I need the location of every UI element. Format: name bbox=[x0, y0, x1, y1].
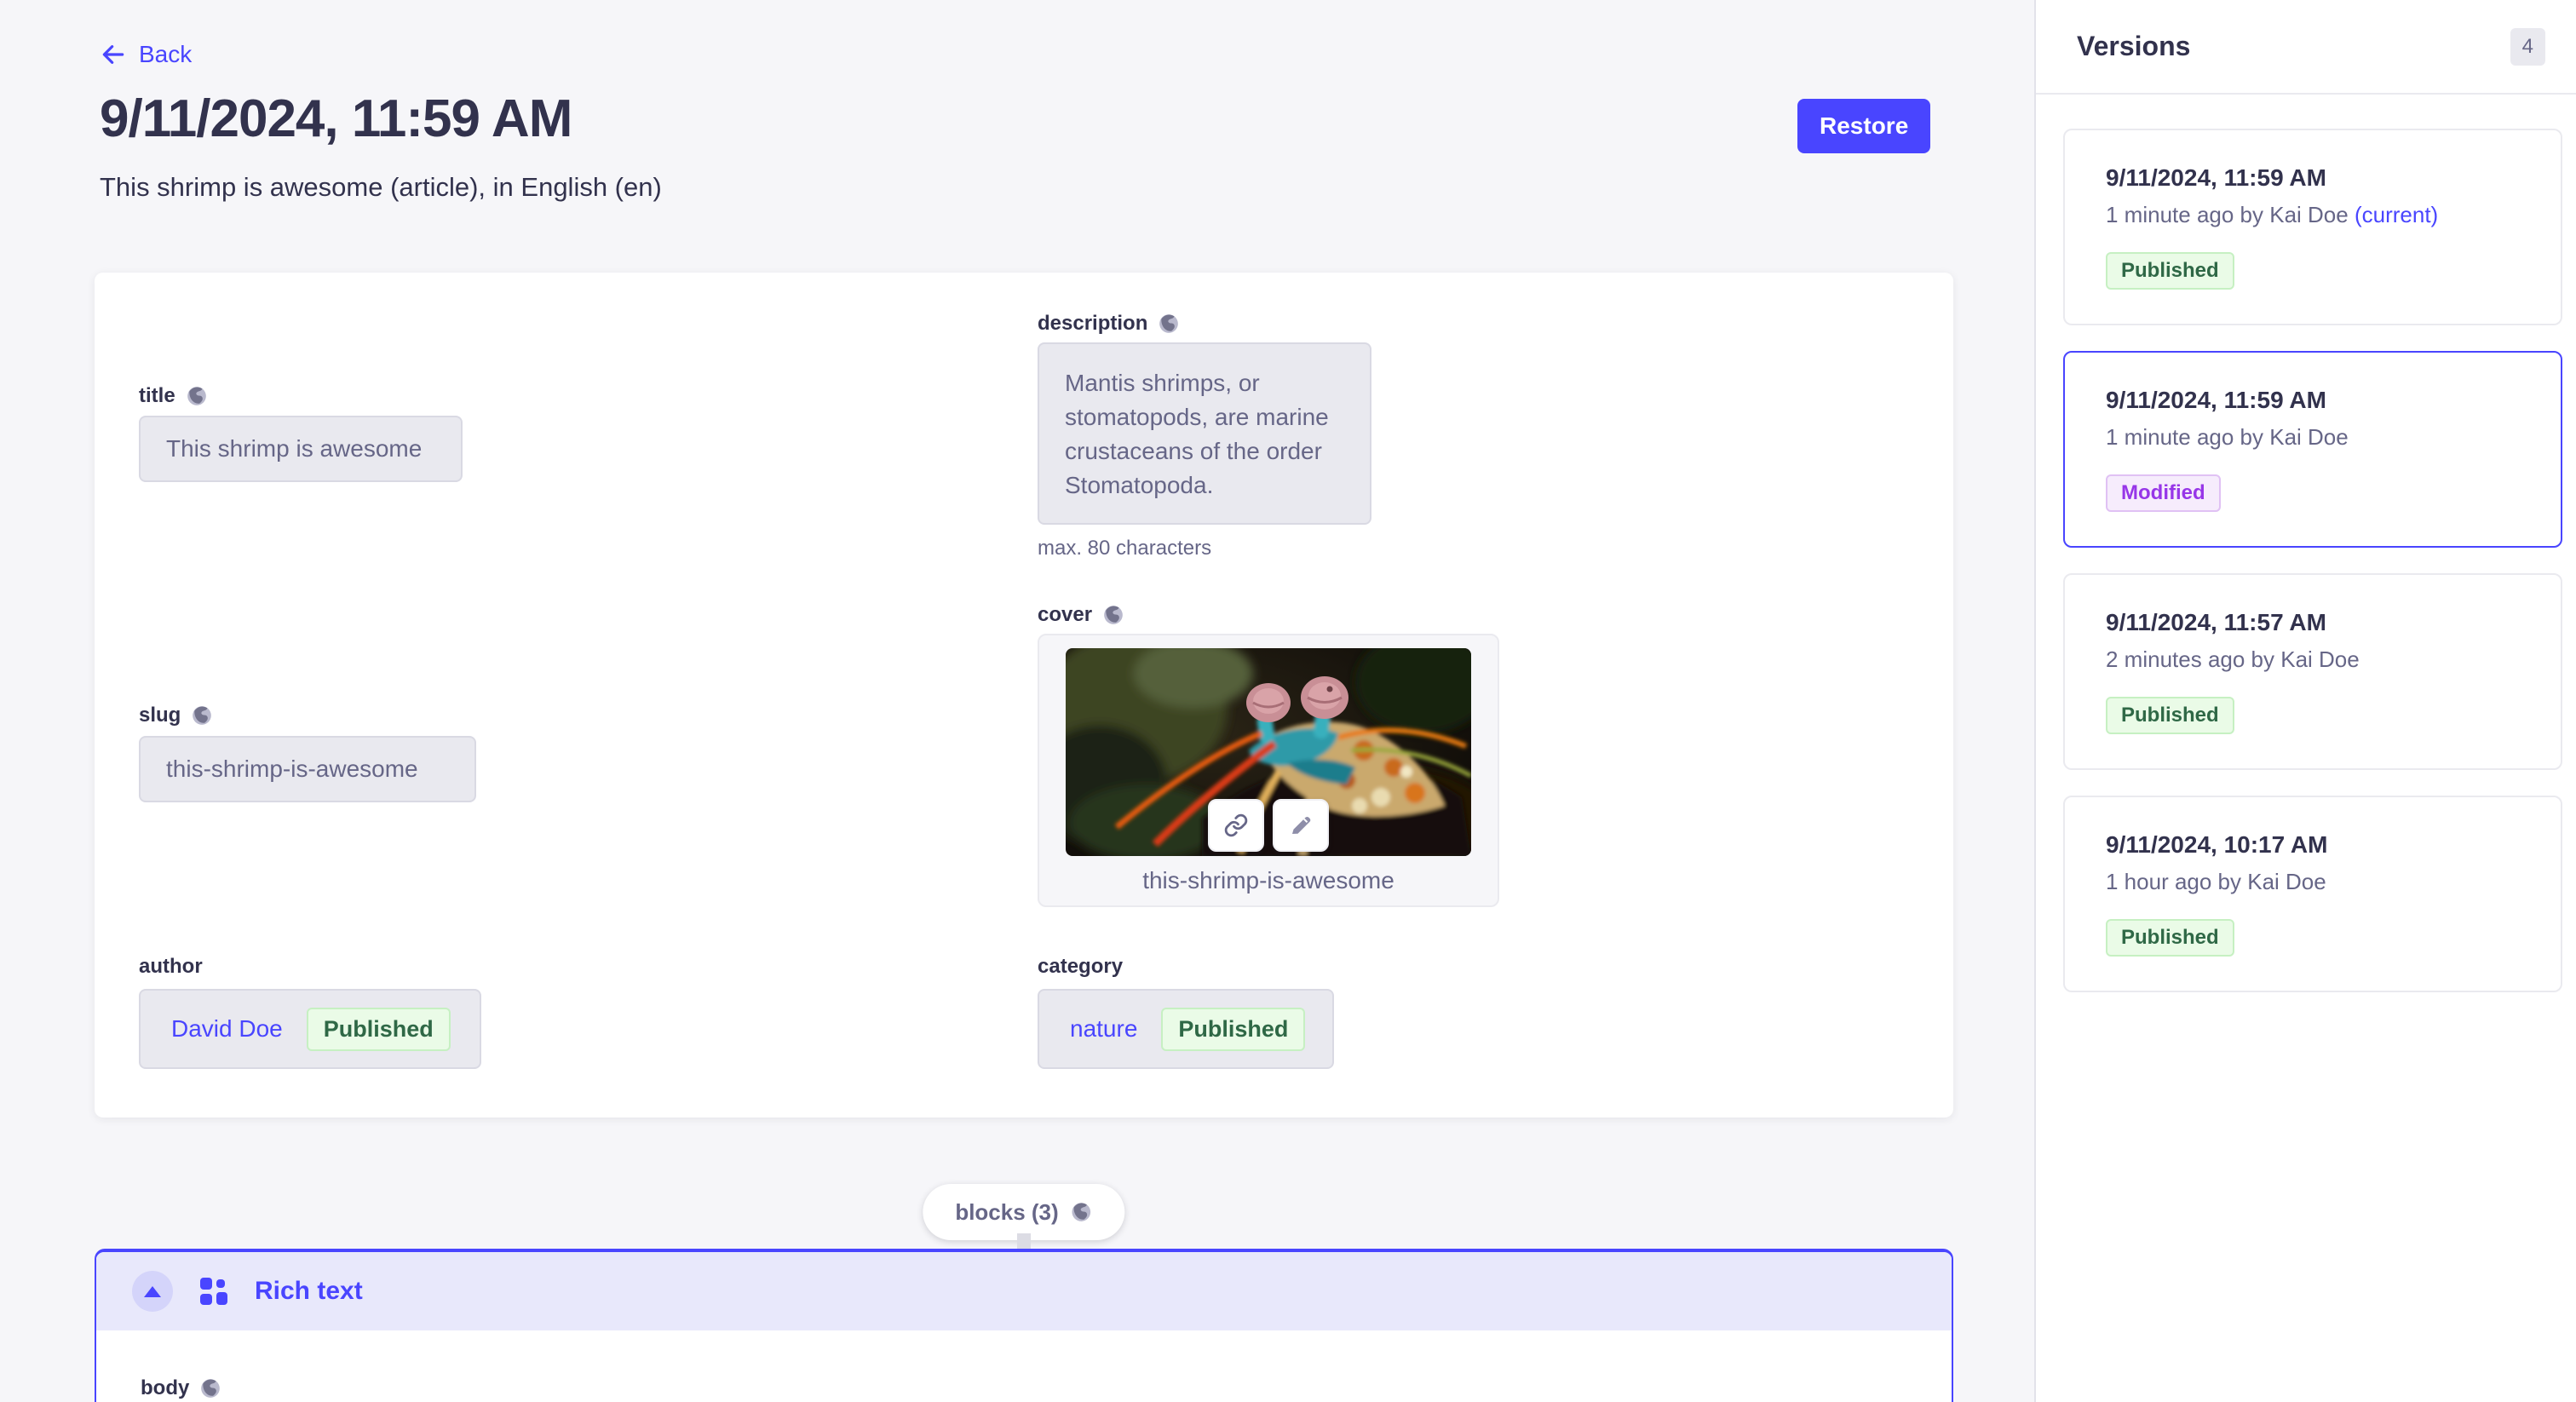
version-meta: 2 minutes ago by Kai Doe bbox=[2106, 646, 2520, 673]
author-status-badge: Published bbox=[307, 1008, 451, 1051]
title-field-label: title bbox=[139, 384, 208, 408]
version-date: 9/11/2024, 11:57 AM bbox=[2106, 609, 2520, 636]
version-date: 9/11/2024, 11:59 AM bbox=[2106, 164, 2520, 192]
version-meta-text: 1 minute ago by Kai Doe bbox=[2106, 424, 2349, 450]
history-page: Back 9/11/2024, 11:59 AM This shrimp is … bbox=[0, 0, 2576, 1402]
version-status-badge: Published bbox=[2106, 919, 2234, 957]
description-textarea: Mantis shrimps, or stomatopods, are mari… bbox=[1038, 342, 1371, 525]
version-card[interactable]: 9/11/2024, 11:57 AM 2 minutes ago by Kai… bbox=[2063, 573, 2562, 770]
restore-button[interactable]: Restore bbox=[1797, 99, 1930, 153]
rich-text-block-title: Rich text bbox=[255, 1277, 363, 1306]
author-field-label: author bbox=[139, 955, 203, 979]
edit-cover-button[interactable] bbox=[1273, 799, 1329, 852]
category-relation-box: nature Published bbox=[1038, 989, 1334, 1069]
title-input: This shrimp is awesome bbox=[139, 416, 463, 482]
versions-count-badge: 4 bbox=[2510, 28, 2545, 66]
version-date: 9/11/2024, 11:59 AM bbox=[2106, 387, 2520, 414]
version-meta-text: 1 minute ago by Kai Doe bbox=[2106, 202, 2349, 227]
versions-sidebar: Versions 4 9/11/2024, 11:59 AM 1 minute … bbox=[2034, 0, 2576, 1402]
link-icon bbox=[1223, 813, 1249, 838]
cover-field-label: cover bbox=[1038, 603, 1124, 627]
globe-icon bbox=[1071, 1201, 1093, 1223]
rich-text-block-header: Rich text bbox=[96, 1252, 1952, 1330]
version-current-label: (current) bbox=[2355, 202, 2438, 227]
author-link[interactable]: David Doe bbox=[171, 1015, 283, 1043]
rich-text-block: Rich text body bbox=[95, 1249, 1953, 1402]
rich-text-block-body: body bbox=[96, 1330, 1952, 1400]
cover-filename: this-shrimp-is-awesome bbox=[1039, 867, 1498, 894]
version-card[interactable]: 9/11/2024, 11:59 AM 1 minute ago by Kai … bbox=[2063, 129, 2562, 325]
description-field-label: description bbox=[1038, 312, 1180, 336]
version-meta: 1 minute ago by Kai Doe (current) bbox=[2106, 202, 2520, 228]
author-relation-box: David Doe Published bbox=[139, 989, 481, 1069]
version-status-badge: Modified bbox=[2106, 474, 2221, 512]
version-meta: 1 hour ago by Kai Doe bbox=[2106, 869, 2520, 895]
version-meta-text: 1 hour ago by Kai Doe bbox=[2106, 869, 2326, 894]
slug-field-label: slug bbox=[139, 704, 213, 727]
description-hint: max. 80 characters bbox=[1038, 537, 1211, 560]
back-link[interactable]: Back bbox=[100, 41, 192, 68]
slug-input: this-shrimp-is-awesome bbox=[139, 736, 476, 802]
cover-media-card: this-shrimp-is-awesome bbox=[1038, 634, 1499, 907]
globe-icon bbox=[186, 385, 208, 407]
body-field-label: body bbox=[141, 1376, 1952, 1400]
version-meta: 1 minute ago by Kai Doe bbox=[2106, 424, 2520, 451]
version-status-badge: Published bbox=[2106, 697, 2234, 734]
chevron-up-icon bbox=[144, 1286, 161, 1297]
category-link[interactable]: nature bbox=[1070, 1015, 1137, 1043]
version-card[interactable]: 9/11/2024, 11:59 AM 1 minute ago by Kai … bbox=[2063, 351, 2562, 548]
blocks-field-pill: blocks (3) bbox=[923, 1184, 1124, 1240]
version-date: 9/11/2024, 10:17 AM bbox=[2106, 831, 2520, 859]
component-blocks-icon bbox=[198, 1276, 229, 1307]
pencil-icon bbox=[1288, 813, 1314, 838]
version-list: 9/11/2024, 11:59 AM 1 minute ago by Kai … bbox=[2036, 95, 2576, 992]
version-status-badge: Published bbox=[2106, 252, 2234, 290]
version-card[interactable]: 9/11/2024, 10:17 AM 1 hour ago by Kai Do… bbox=[2063, 796, 2562, 992]
category-status-badge: Published bbox=[1161, 1008, 1305, 1051]
entry-form-card: title This shrimp is awesome description… bbox=[95, 273, 1953, 1118]
versions-sidebar-header: Versions 4 bbox=[2036, 0, 2576, 95]
cover-actions bbox=[1208, 799, 1329, 852]
page-subtitle: This shrimp is awesome (article), in Eng… bbox=[100, 172, 662, 203]
version-meta-text: 2 minutes ago by Kai Doe bbox=[2106, 646, 2360, 672]
globe-icon bbox=[191, 704, 213, 727]
page-title: 9/11/2024, 11:59 AM bbox=[100, 89, 572, 149]
collapse-block-button[interactable] bbox=[132, 1271, 173, 1312]
category-field-label: category bbox=[1038, 955, 1123, 979]
blocks-pill-label: blocks (3) bbox=[955, 1199, 1058, 1226]
globe-icon bbox=[1102, 604, 1124, 626]
back-arrow-icon bbox=[100, 41, 127, 68]
back-label: Back bbox=[139, 41, 192, 68]
globe-icon bbox=[199, 1377, 221, 1399]
copy-link-button[interactable] bbox=[1208, 799, 1264, 852]
globe-icon bbox=[1158, 313, 1180, 335]
versions-heading: Versions bbox=[2077, 31, 2190, 62]
